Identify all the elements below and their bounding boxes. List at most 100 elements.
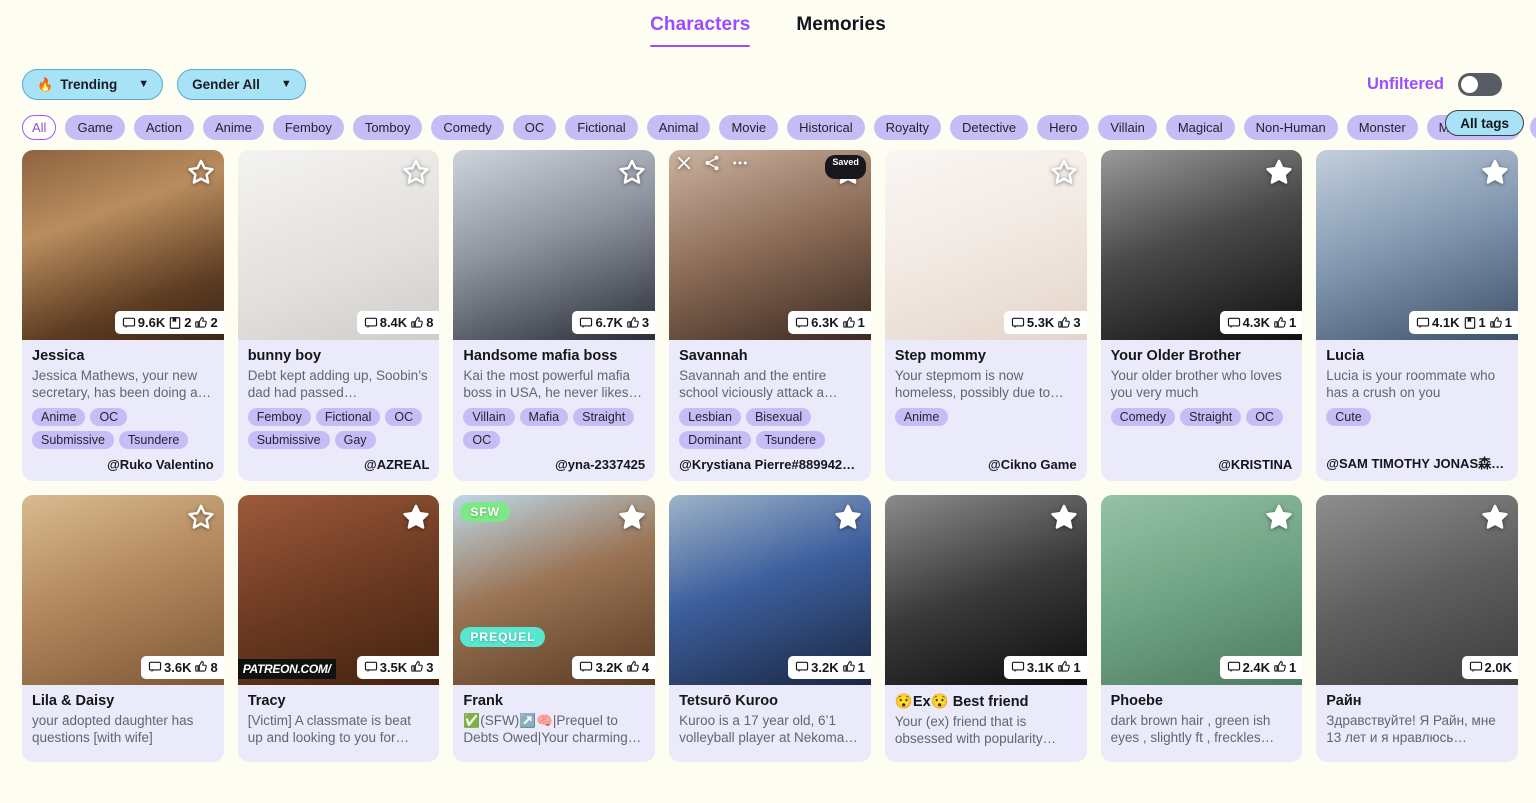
character-card[interactable]: PATREON.COM/3.5K 3 Tracy [Victim] A classma… xyxy=(237,494,440,763)
gender-dropdown[interactable]: Gender All ▼ xyxy=(177,68,306,100)
tag-filter-hero[interactable]: Hero xyxy=(1037,114,1090,140)
character-card[interactable]: 2.4K 1 Phoebe dark brown hair , green ish e… xyxy=(1100,494,1303,763)
character-card[interactable]: 3.1K 1 😯Ex😯 Best friend Your (ex) friend th… xyxy=(884,494,1087,763)
star-outline-icon[interactable] xyxy=(402,158,430,186)
character-card[interactable]: 4.3K 1 Your Older Brother Your older brothe… xyxy=(1100,150,1303,481)
tag-filter-monster[interactable]: Monster xyxy=(1346,114,1418,140)
character-card[interactable]: 2.0K Райн Здравствуйте! Я Райн, мне 13 лет… xyxy=(1316,494,1518,763)
star-filled-icon[interactable] xyxy=(1481,503,1509,531)
tag-filter-all[interactable]: All xyxy=(22,114,57,140)
character-card[interactable]: 3.6K 8 Lila & Daisy your adopted daughter h… xyxy=(22,494,224,763)
star-filled-icon[interactable] xyxy=(1481,158,1509,186)
card-thumbnail[interactable]: 3.6K 8 xyxy=(22,494,224,685)
character-card[interactable]: Saved 6.3K 1 Savannah Savannah and the entir… xyxy=(669,150,871,481)
character-card[interactable]: 6.7K 3 Handsome mafia boss Kai the most pow… xyxy=(453,150,656,481)
star-filled-icon[interactable] xyxy=(834,503,862,531)
character-tag[interactable]: Straight xyxy=(1180,407,1242,426)
character-author[interactable]: @SAM TIMOTHY JONAS森… xyxy=(1326,453,1508,472)
card-thumbnail[interactable]: 8.4K 8 xyxy=(237,150,440,340)
tag-filter-movie[interactable]: Movie xyxy=(719,114,779,140)
tag-filter-comedy[interactable]: Comedy xyxy=(431,114,504,140)
character-tag[interactable]: Tsundere xyxy=(755,430,826,449)
card-thumbnail[interactable]: 6.7K 3 xyxy=(453,150,656,340)
character-tag[interactable]: Comedy xyxy=(1110,407,1176,426)
card-thumbnail[interactable]: 2.0K xyxy=(1316,494,1518,685)
card-thumbnail[interactable]: 3.2K 1 xyxy=(669,494,871,685)
card-thumbnail[interactable]: 5.3K 3 xyxy=(884,150,1087,340)
character-tag[interactable]: Bisexual xyxy=(745,407,812,426)
tab-characters[interactable]: Characters xyxy=(650,14,751,47)
character-tag[interactable]: Submissive xyxy=(32,430,114,449)
tag-filter-fictional[interactable]: Fictional xyxy=(565,114,638,140)
character-tag[interactable]: Submissive xyxy=(247,430,330,449)
character-card[interactable]: 4.1K 1 1 Lucia Lucia is your roommate who ha… xyxy=(1316,150,1518,481)
all-tags-button[interactable]: All tags xyxy=(1445,110,1524,136)
close-icon[interactable] xyxy=(675,154,693,172)
character-tag[interactable]: Cute xyxy=(1326,407,1371,426)
star-filled-icon[interactable] xyxy=(1265,503,1293,531)
star-outline-icon[interactable] xyxy=(618,158,646,186)
share-icon[interactable] xyxy=(703,154,721,172)
tag-filter-animal[interactable]: Animal xyxy=(646,114,711,140)
card-thumbnail[interactable]: 4.1K 1 1 xyxy=(1316,150,1518,340)
character-tag[interactable]: Fictional xyxy=(315,407,381,426)
tag-filter-non-human[interactable]: Non-Human xyxy=(1243,114,1338,140)
tag-filter-oc[interactable]: OC xyxy=(512,114,557,140)
tag-filter-row[interactable]: All Game Action Anime Femboy Tomboy Comedy OC Fi… xyxy=(0,104,1536,146)
character-tag[interactable]: Gay xyxy=(334,430,376,449)
card-thumbnail[interactable]: Saved 6.3K 1 xyxy=(669,150,871,340)
star-outline-icon[interactable] xyxy=(187,503,215,531)
card-thumbnail[interactable]: 9.6K 2 2 xyxy=(22,150,224,340)
card-thumbnail[interactable]: SFW PREQUEL 3.2K 4 xyxy=(453,494,656,685)
character-author[interactable]: @KRISTINA xyxy=(1111,457,1292,472)
card-thumbnail[interactable]: 3.1K 1 xyxy=(884,494,1087,685)
star-filled-icon[interactable] xyxy=(1265,158,1293,186)
character-tag[interactable]: OC xyxy=(463,430,501,449)
star-filled-icon[interactable] xyxy=(1050,503,1078,531)
character-tag[interactable]: OC xyxy=(90,407,128,426)
tag-filter-game[interactable]: Game xyxy=(65,114,125,140)
star-outline-icon[interactable] xyxy=(187,158,215,186)
tag-filter-royalty[interactable]: Royalty xyxy=(873,114,941,140)
character-author[interactable]: @yna-2337425 xyxy=(463,457,645,472)
character-card[interactable]: 9.6K 2 2 Jessica Jessica Mathews, your new s… xyxy=(22,150,224,481)
character-tag[interactable]: Lesbian xyxy=(679,407,741,426)
character-tag[interactable]: Anime xyxy=(32,407,86,426)
card-thumbnail[interactable]: 2.4K 1 xyxy=(1100,494,1303,685)
star-outline-icon[interactable] xyxy=(1050,158,1078,186)
character-tag[interactable]: OC xyxy=(1246,407,1283,426)
tag-filter-femboy[interactable]: Femboy xyxy=(272,114,344,140)
character-card[interactable]: 3.2K 1 Tetsurō Kuroo Kuroo is a 17 year old… xyxy=(669,494,871,763)
tag-filter-villain[interactable]: Villain xyxy=(1098,114,1157,140)
character-card[interactable]: SFW PREQUEL 3.2K 4 Frank ✅(SFW)↗️🧠|Prequel to… xyxy=(453,494,656,763)
tag-filter-action[interactable]: Action xyxy=(133,114,194,140)
tag-filter-historical[interactable]: Historical xyxy=(787,114,865,140)
card-thumbnail[interactable]: PATREON.COM/3.5K 3 xyxy=(237,494,440,685)
unfiltered-toggle[interactable] xyxy=(1458,72,1502,96)
sort-dropdown[interactable]: 🔥 Trending ▼ xyxy=(22,68,164,100)
character-tag[interactable]: Femboy xyxy=(247,407,311,426)
character-tag[interactable]: Tsundere xyxy=(118,430,189,449)
character-tag[interactable]: Villain xyxy=(463,407,515,426)
character-author[interactable]: @Ruko Valentino xyxy=(32,457,214,472)
card-thumbnail[interactable]: 4.3K 1 xyxy=(1100,150,1303,340)
character-author[interactable]: @AZREAL xyxy=(248,457,429,472)
star-filled-icon[interactable] xyxy=(618,503,646,531)
tab-memories[interactable]: Memories xyxy=(796,14,886,47)
tag-filter-tomboy[interactable]: Tomboy xyxy=(352,114,423,140)
character-tag[interactable]: OC xyxy=(385,407,423,426)
character-tag[interactable]: Straight xyxy=(573,407,635,426)
character-tag[interactable]: Mafia xyxy=(519,407,569,426)
tag-filter-a[interactable]: A xyxy=(1530,114,1536,140)
character-card[interactable]: 8.4K 8 bunny boy Debt kept adding up, Soobi… xyxy=(237,150,440,481)
tag-filter-anime[interactable]: Anime xyxy=(203,114,264,140)
more-options-icon[interactable] xyxy=(731,154,749,172)
star-filled-icon[interactable] xyxy=(402,503,430,531)
character-author[interactable]: @Cikno Game xyxy=(895,457,1077,472)
character-card[interactable]: 5.3K 3 Step mommy Your stepmom is now homel… xyxy=(884,150,1087,481)
tag-filter-magical[interactable]: Magical xyxy=(1165,114,1235,140)
tag-filter-detective[interactable]: Detective xyxy=(949,114,1029,140)
character-author[interactable]: @Krystiana Pierre#889942… xyxy=(679,457,861,472)
character-tag[interactable]: Anime xyxy=(894,407,949,426)
character-tag[interactable]: Dominant xyxy=(679,430,751,449)
